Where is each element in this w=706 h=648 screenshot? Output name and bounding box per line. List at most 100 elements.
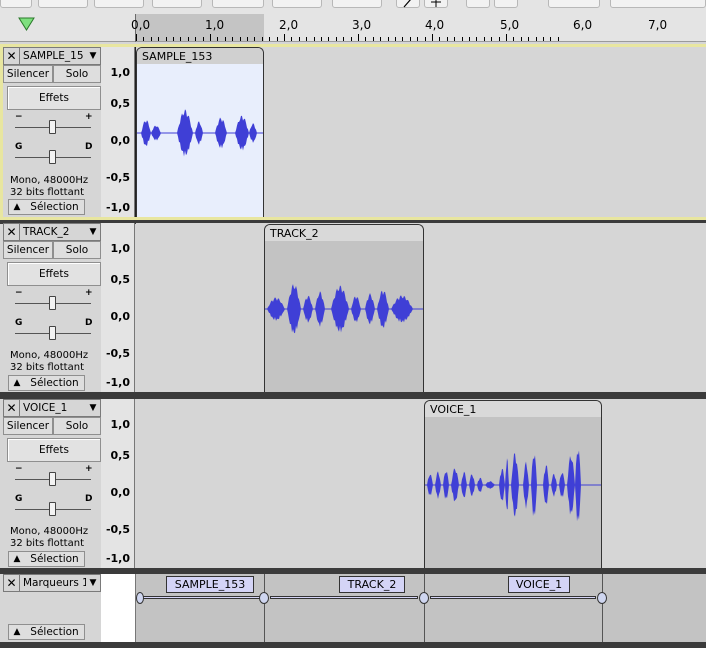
- audio-clip[interactable]: SAMPLE_153: [136, 47, 264, 217]
- gain-slider-knob[interactable]: [49, 120, 56, 134]
- toolbar-button-stub[interactable]: [212, 0, 264, 8]
- toolbar-button-stub[interactable]: [0, 0, 32, 8]
- mute-button[interactable]: Silencer: [3, 241, 53, 259]
- track-name-menu[interactable]: TRACK_2: [20, 226, 86, 238]
- waveform-burst: [303, 295, 313, 323]
- ruler-tick: [343, 37, 344, 41]
- dropdown-arrow-icon[interactable]: ▼: [86, 578, 100, 588]
- collapse-icon[interactable]: ▲: [9, 627, 25, 637]
- close-icon[interactable]: ✕: [4, 400, 20, 416]
- close-icon[interactable]: ✕: [4, 575, 20, 591]
- label-span-bar[interactable]: [430, 596, 596, 599]
- clip-title[interactable]: SAMPLE_153: [137, 48, 263, 64]
- amp-label: -0,5: [105, 523, 130, 536]
- select-button[interactable]: ▲ Sélection: [8, 624, 85, 640]
- close-icon[interactable]: ✕: [4, 48, 20, 64]
- dropdown-arrow-icon[interactable]: ▼: [86, 403, 100, 413]
- solo-button[interactable]: Solo: [53, 417, 101, 435]
- waveform-burst: [351, 296, 361, 323]
- toolbar-button-stub[interactable]: [272, 0, 322, 8]
- label-end-handle[interactable]: [597, 592, 607, 604]
- waveform-burst: [427, 474, 433, 496]
- clip-title[interactable]: VOICE_1: [425, 401, 601, 417]
- waveform-burst: [287, 284, 301, 334]
- ruler-tick: [543, 37, 544, 41]
- track-name-menu[interactable]: Marqueurs 1: [20, 577, 86, 589]
- label-lane[interactable]: SAMPLE_153 TRACK_2 VOICE_1: [136, 574, 706, 642]
- effects-button[interactable]: Effets: [7, 86, 101, 110]
- timeline-ruler[interactable]: 0,0 1,0 2,0 3,0 4,0 5,0 6,0 7,0: [0, 0, 706, 42]
- audio-clip[interactable]: TRACK_2: [264, 224, 424, 392]
- amp-label: -1,0: [105, 201, 130, 214]
- ruler-tick-label: 7,0: [648, 18, 668, 32]
- select-button[interactable]: ▲ Sélection: [8, 551, 85, 567]
- toolbar-button-stub[interactable]: [38, 0, 88, 8]
- select-button[interactable]: ▲ Sélection: [8, 375, 85, 391]
- label-end-handle[interactable]: [419, 592, 429, 604]
- gain-slider-knob[interactable]: [49, 296, 56, 310]
- ruler-tick: [410, 37, 411, 41]
- collapse-icon[interactable]: ▲: [9, 554, 25, 564]
- pan-slider-knob[interactable]: [49, 150, 56, 164]
- ruler-tick: [521, 37, 522, 41]
- label-text[interactable]: SAMPLE_153: [166, 576, 254, 593]
- play-triangle-icon[interactable]: [18, 16, 36, 35]
- label-start-handle[interactable]: [136, 592, 144, 604]
- track-name-menu[interactable]: VOICE_1: [20, 402, 86, 414]
- waveform: [265, 284, 423, 334]
- label-text[interactable]: VOICE_1: [508, 576, 570, 593]
- toolbar-button-stub[interactable]: [94, 0, 144, 8]
- waveform-burst: [551, 473, 557, 497]
- draw-tool-icon[interactable]: [396, 0, 420, 8]
- toolbar-button-stub[interactable]: [610, 0, 706, 8]
- label-text[interactable]: TRACK_2: [339, 576, 405, 593]
- waveform-burst: [235, 115, 249, 151]
- pan-slider-knob[interactable]: [49, 326, 56, 340]
- track-format: Mono, 48000Hz: [10, 175, 89, 186]
- track-lane[interactable]: TRACK_2: [136, 223, 706, 392]
- ruler-tick: [180, 37, 181, 41]
- ruler-tick: [499, 37, 500, 41]
- waveform-burst: [151, 125, 161, 141]
- label-end-handle[interactable]: [259, 592, 269, 604]
- collapse-icon[interactable]: ▲: [9, 202, 25, 212]
- clip-title[interactable]: TRACK_2: [265, 225, 423, 241]
- track-name-menu[interactable]: SAMPLE_15: [20, 50, 86, 62]
- bottom-border: [0, 642, 706, 648]
- mute-button[interactable]: Silencer: [3, 65, 53, 83]
- pan-slider-knob[interactable]: [49, 502, 56, 516]
- ruler-tick: [254, 37, 255, 41]
- zoom-icon[interactable]: [466, 0, 490, 8]
- amp-label: 0,0: [110, 134, 131, 147]
- gain-slider-knob[interactable]: [49, 472, 56, 486]
- select-button[interactable]: ▲ Sélection: [8, 199, 85, 215]
- ruler-tick: [425, 37, 426, 41]
- waveform-burst: [505, 458, 509, 510]
- label-span-bar[interactable]: [270, 596, 418, 599]
- label-span-bar[interactable]: [142, 596, 264, 599]
- undo-icon[interactable]: [548, 0, 600, 8]
- dropdown-arrow-icon[interactable]: ▼: [86, 227, 100, 237]
- ruler-tick-label: 6,0: [573, 18, 593, 32]
- toolbar-button-stub[interactable]: [332, 0, 382, 8]
- clip-waveform: [425, 417, 601, 568]
- solo-button[interactable]: Solo: [53, 65, 101, 83]
- clip-boundary-line: [264, 574, 265, 642]
- solo-button[interactable]: Solo: [53, 241, 101, 259]
- audio-clip[interactable]: VOICE_1: [424, 400, 602, 568]
- track-lane[interactable]: VOICE_1: [136, 399, 706, 568]
- ruler-tick: [395, 37, 396, 41]
- toolbar-button-stub[interactable]: [152, 0, 202, 8]
- mute-button[interactable]: Silencer: [3, 417, 53, 435]
- ruler-tick: [158, 37, 159, 41]
- effects-button[interactable]: Effets: [7, 262, 101, 286]
- track-lane[interactable]: SAMPLE_153: [136, 47, 706, 217]
- close-icon[interactable]: ✕: [4, 224, 20, 240]
- gain-minus-label: −: [15, 112, 23, 122]
- multi-tool-icon[interactable]: [424, 0, 448, 8]
- dropdown-arrow-icon[interactable]: ▼: [86, 51, 100, 61]
- effects-button[interactable]: Effets: [7, 438, 101, 462]
- zoom-icon[interactable]: [494, 0, 518, 8]
- collapse-icon[interactable]: ▲: [9, 378, 25, 388]
- amp-label: -1,0: [105, 552, 130, 565]
